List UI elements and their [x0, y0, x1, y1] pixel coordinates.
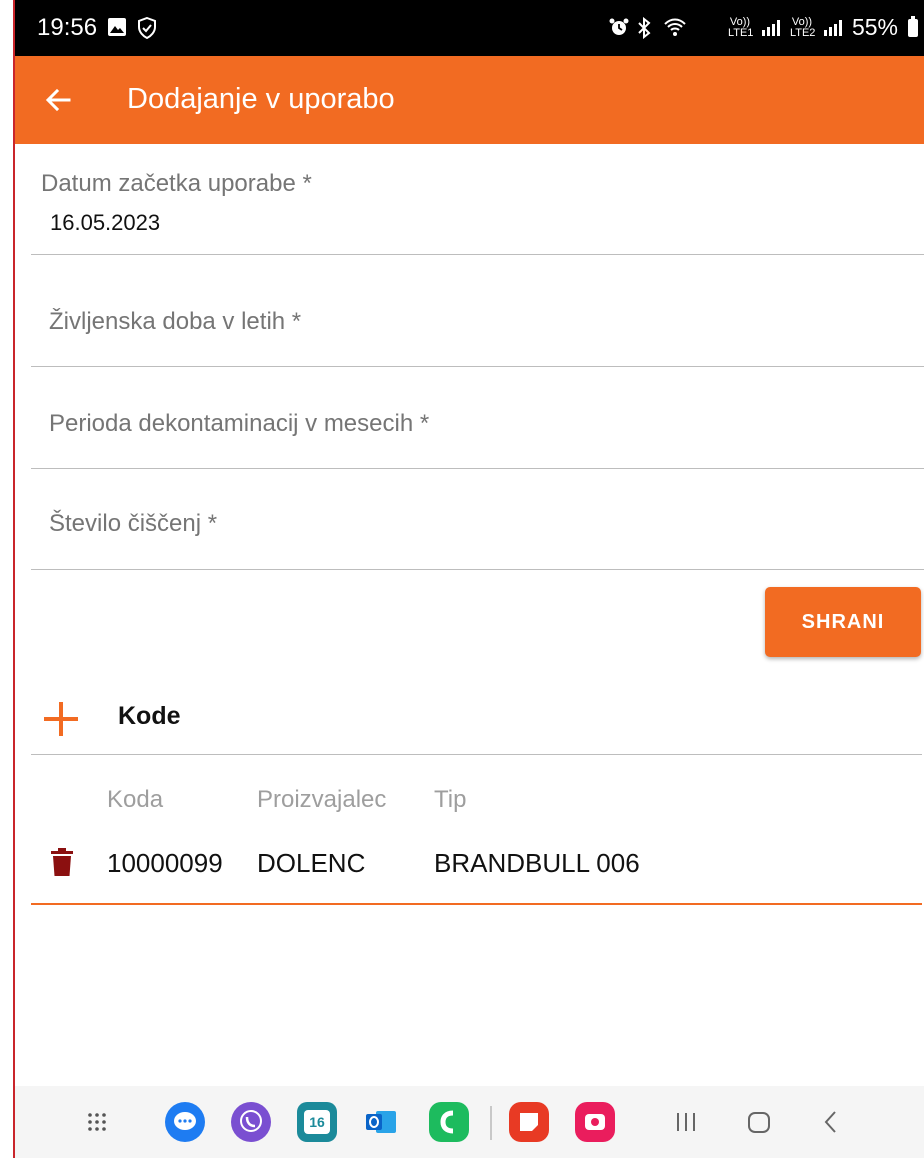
- signal-icon-2: [823, 19, 842, 36]
- calendar-day: 16: [304, 1110, 330, 1134]
- decontamination-period-label: Perioda dekontaminacij v mesecih *: [49, 410, 430, 437]
- cleaning-count-field[interactable]: Število čiščenj *: [31, 468, 924, 570]
- sim1-label: Vo)) LTE1: [727, 15, 754, 39]
- device-frame: 19:56 Vo)) LTE1 Vo)) LTE2 55% Dodajanje …: [0, 0, 924, 1158]
- column-header-type: Tip: [434, 786, 467, 813]
- image-icon: [108, 18, 126, 36]
- viber-icon[interactable]: [231, 1102, 271, 1142]
- apps-grid-icon[interactable]: [77, 1102, 117, 1142]
- calendar-icon[interactable]: 16: [297, 1102, 337, 1142]
- row-type: BRANDBULL 006: [434, 848, 640, 878]
- start-date-field[interactable]: Datum začetka uporabe * 16.05.2023: [31, 144, 924, 255]
- phone-app-icon[interactable]: [429, 1102, 469, 1142]
- codes-header: Kode: [31, 680, 922, 755]
- wifi-icon: [664, 18, 686, 36]
- messages-icon[interactable]: [165, 1102, 205, 1142]
- outlook-icon[interactable]: [361, 1102, 401, 1142]
- back-icon[interactable]: [811, 1102, 851, 1142]
- camera-app-icon[interactable]: [575, 1102, 615, 1142]
- start-date-value: 16.05.2023: [50, 210, 161, 235]
- dock-separator: [490, 1106, 492, 1140]
- sim2-label: Vo)) LTE2: [789, 15, 816, 39]
- page-title: Dodajanje v uporabo: [127, 83, 395, 115]
- arrow-back-icon[interactable]: [41, 82, 77, 118]
- column-header-code: Koda: [107, 786, 164, 813]
- row-divider: [31, 903, 922, 905]
- row-code: 10000099: [107, 848, 223, 878]
- decontamination-period-field[interactable]: Perioda dekontaminacij v mesecih *: [31, 366, 924, 469]
- lifetime-years-field[interactable]: Življenska doba v letih *: [31, 254, 924, 367]
- status-time: 19:56: [37, 14, 98, 41]
- shield-icon: [138, 17, 156, 39]
- plus-icon[interactable]: [42, 700, 80, 738]
- alarm-icon: [609, 18, 629, 35]
- status-right: Vo)) LTE1 Vo)) LTE2 55%: [728, 14, 918, 41]
- codes-title: Kode: [118, 702, 181, 730]
- app-bar: Dodajanje v uporabo: [15, 56, 924, 144]
- lifetime-years-label: Življenska doba v letih *: [49, 308, 302, 335]
- recents-icon[interactable]: [666, 1102, 706, 1142]
- navigation-bar: 16: [15, 1086, 924, 1158]
- start-date-label: Datum začetka uporabe *: [41, 170, 312, 197]
- phone-screen: 19:56 Vo)) LTE1 Vo)) LTE2 55% Dodajanje …: [15, 0, 924, 1158]
- battery-percent: 55%: [851, 14, 898, 40]
- battery-icon: [908, 15, 918, 37]
- save-button[interactable]: SHRANI: [765, 587, 921, 657]
- row-manufacturer: DOLENC: [257, 848, 366, 878]
- column-header-manufacturer: Proizvajalec: [257, 786, 387, 813]
- cleaning-count-label: Število čiščenj *: [49, 510, 218, 537]
- signal-icon: [761, 19, 780, 36]
- bluetooth-icon: [638, 17, 651, 39]
- notes-app-icon[interactable]: [509, 1102, 549, 1142]
- left-edge: [0, 0, 15, 1158]
- trash-icon[interactable]: [51, 848, 73, 876]
- home-icon[interactable]: [739, 1102, 779, 1142]
- status-bar: 19:56 Vo)) LTE1 Vo)) LTE2 55%: [15, 0, 924, 56]
